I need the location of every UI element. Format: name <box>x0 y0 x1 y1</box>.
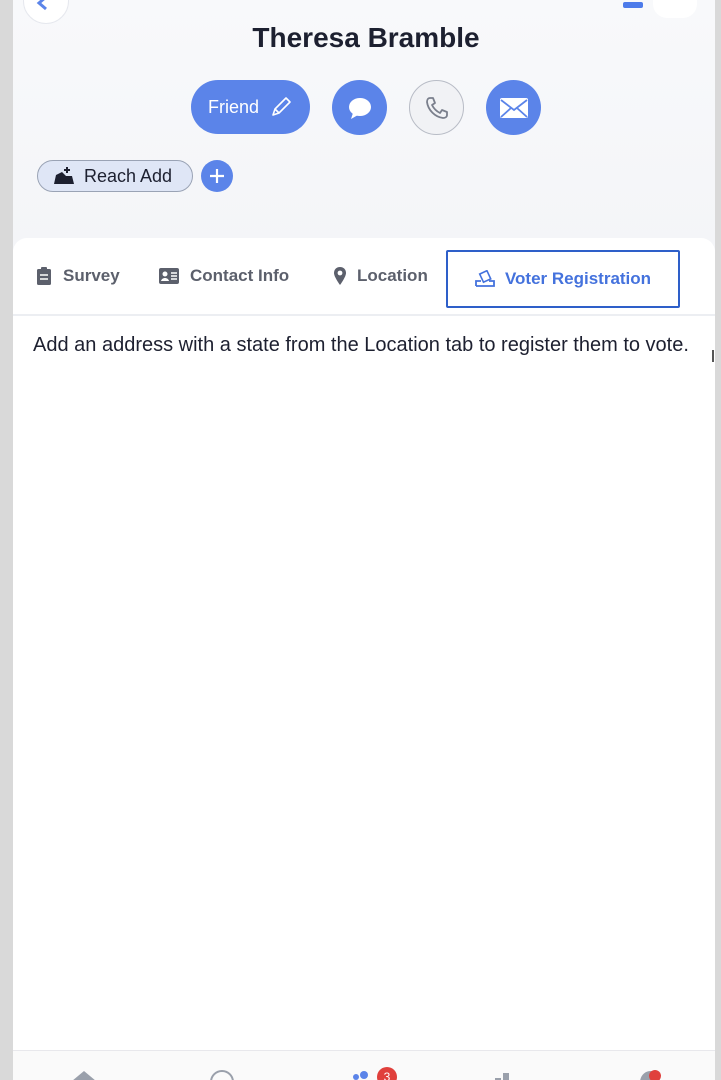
call-button[interactable] <box>409 80 464 135</box>
tab-bar: Survey Contact Info Location Voter Regis… <box>13 238 715 316</box>
pencil-icon <box>272 97 291 116</box>
top-right-button[interactable] <box>623 0 697 18</box>
tab-voter-registration[interactable]: Voter Registration <box>446 250 680 308</box>
clipboard-icon <box>37 267 51 285</box>
message-button[interactable] <box>332 80 387 135</box>
home-icon <box>73 1071 95 1080</box>
add-reach-button[interactable] <box>201 160 233 192</box>
chevron-left-icon <box>36 0 47 11</box>
friend-button[interactable]: Friend <box>191 80 310 134</box>
tab-survey[interactable]: Survey <box>35 252 120 300</box>
tab-voter-registration-label: Voter Registration <box>504 269 652 288</box>
envelope-icon <box>499 97 528 118</box>
id-card-icon <box>159 268 179 284</box>
tab-contact-info[interactable]: Contact Info <box>158 252 289 300</box>
tabs-card: Survey Contact Info Location Voter Regis… <box>13 238 715 1080</box>
app-screen: Theresa Bramble Friend Reach Add Survey … <box>13 0 715 1080</box>
search-icon <box>210 1070 234 1080</box>
nav-people[interactable] <box>349 1051 379 1080</box>
nav-notifications[interactable] <box>635 1051 665 1080</box>
contact-name: Theresa Bramble <box>252 22 480 53</box>
map-pin-icon <box>334 267 346 285</box>
chat-bubble-icon <box>348 97 371 119</box>
reach-add-pill[interactable]: Reach Add <box>37 160 193 192</box>
nav-search[interactable] <box>207 1051 237 1080</box>
friend-label: Friend <box>207 96 260 117</box>
nav-home[interactable] <box>69 1051 99 1080</box>
nav-stats[interactable] <box>491 1051 521 1080</box>
bottom-navigation: 3 <box>13 1050 715 1080</box>
bar-chart-icon <box>495 1073 509 1080</box>
tab-survey-label: Survey <box>63 266 120 285</box>
tab-location[interactable]: Location <box>333 252 428 300</box>
reach-add-label: Reach Add <box>84 165 173 186</box>
tab-location-label: Location <box>357 266 428 285</box>
phone-icon <box>425 96 448 119</box>
reach-icon <box>54 167 74 184</box>
text-cursor <box>712 350 714 362</box>
voter-registration-notice: Add an address with a state from the Loc… <box>33 334 689 356</box>
tab-contact-info-label: Contact Info <box>190 266 290 285</box>
plus-icon <box>210 169 224 183</box>
email-button[interactable] <box>486 80 541 135</box>
ballot-icon <box>475 270 495 287</box>
notification-badge: 3 <box>377 1067 397 1080</box>
bell-icon <box>640 1070 661 1080</box>
people-icon <box>353 1071 368 1080</box>
user-icon <box>623 2 643 8</box>
